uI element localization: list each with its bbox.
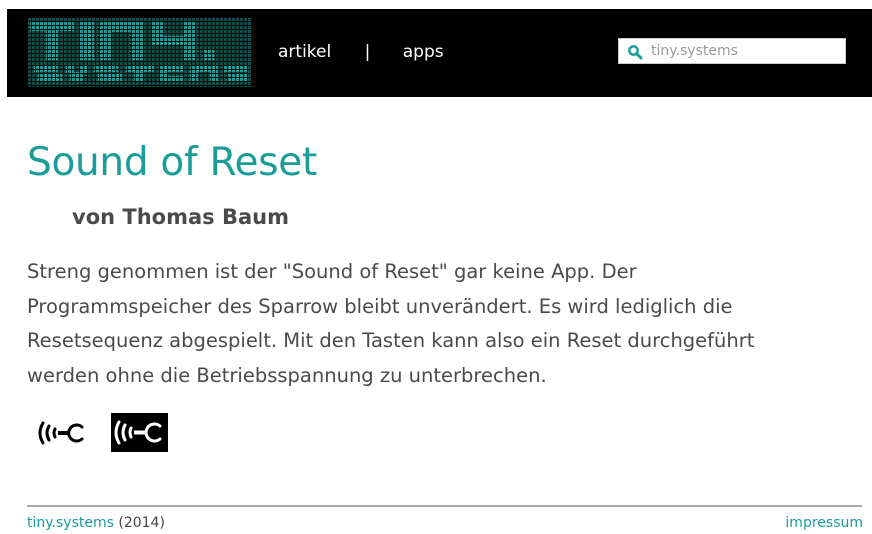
- sound-reset-icon: [38, 421, 84, 445]
- footer-site-link[interactable]: tiny.systems: [27, 515, 114, 531]
- footer-divider: [27, 505, 862, 507]
- nav-separator: |: [364, 42, 371, 62]
- footer-year: (2014): [118, 515, 165, 531]
- tiny-systems-logo[interactable]: [28, 18, 252, 87]
- search-input[interactable]: [651, 41, 837, 61]
- nav-link-artikel[interactable]: artikel: [278, 42, 331, 62]
- article-title: Sound of Reset: [27, 140, 317, 185]
- footer-copyright: tiny.systems (2014): [27, 515, 165, 531]
- search-box[interactable]: [618, 38, 846, 64]
- site-header: artikel | apps: [7, 9, 872, 97]
- main-nav: artikel | apps: [278, 42, 444, 62]
- sound-reset-icon-inverted: [111, 413, 168, 452]
- impressum-link[interactable]: impressum: [785, 515, 863, 531]
- search-icon[interactable]: [627, 44, 643, 60]
- article-body: Streng genommen ist der "Sound of Reset"…: [27, 260, 755, 387]
- nav-link-apps[interactable]: apps: [403, 42, 444, 62]
- article-author: von Thomas Baum: [72, 205, 289, 229]
